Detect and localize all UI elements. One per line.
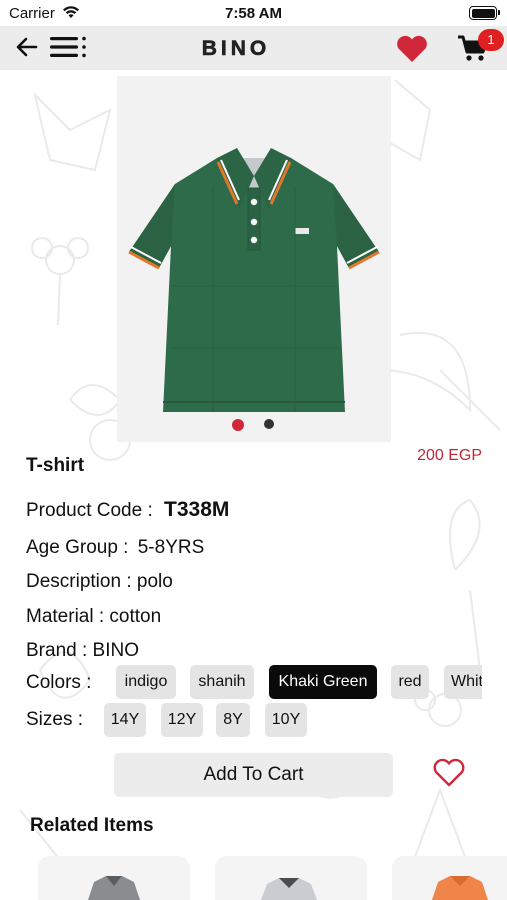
related-item-image	[261, 878, 317, 900]
size-chip-12y[interactable]: 12Y	[161, 703, 203, 737]
brand-row: Brand : BINO	[26, 640, 139, 661]
related-item-card[interactable]	[38, 856, 190, 900]
colors-label: Colors :	[26, 672, 92, 693]
status-bar: Carrier 7:58 AM	[0, 0, 507, 26]
product-code-label: Product Code :	[26, 500, 153, 521]
color-chip-red[interactable]: red	[391, 665, 429, 699]
gallery-dot-inactive[interactable]	[264, 419, 274, 429]
related-item-image	[88, 876, 140, 900]
related-item-card[interactable]	[392, 856, 507, 900]
size-chip-10y[interactable]: 10Y	[265, 703, 307, 737]
color-options: indigo shanih Khaki Green red White	[114, 665, 482, 699]
color-chip-indigo[interactable]: indigo	[116, 665, 176, 699]
age-group-row: Age Group : 5-8YRS	[26, 537, 204, 559]
battery-icon	[469, 6, 500, 20]
brand-logo-text: BINO	[202, 37, 271, 60]
size-chip-8y[interactable]: 8Y	[216, 703, 250, 737]
wishlist-heart-icon[interactable]	[432, 758, 466, 788]
back-arrow-icon[interactable]	[14, 34, 40, 60]
product-code-value: T338M	[164, 498, 230, 521]
product-name: T-shirt	[26, 455, 85, 476]
size-chip-14y[interactable]: 14Y	[104, 703, 146, 737]
related-item-card[interactable]	[215, 856, 367, 900]
color-chip-white[interactable]: White	[444, 665, 482, 699]
clock: 7:58 AM	[225, 5, 282, 22]
color-chip-khaki-green[interactable]: Khaki Green	[269, 665, 377, 699]
size-options: 14Y 12Y 8Y 10Y	[104, 703, 364, 737]
age-group-value: 5-8YRS	[137, 537, 205, 558]
color-chip-shanih[interactable]: shanih	[190, 665, 254, 699]
brand-logo: BINO	[201, 37, 271, 61]
product-image[interactable]	[117, 76, 391, 442]
cart-count-badge: 1	[478, 29, 504, 51]
description-row: Description : polo	[26, 571, 173, 592]
product-code-row: Product Code : T338M	[26, 498, 229, 522]
menu-icon[interactable]	[50, 35, 88, 59]
age-group-label: Age Group :	[26, 537, 129, 558]
related-items-title: Related Items	[30, 815, 154, 836]
material-row: Material : cotton	[26, 606, 162, 627]
app-header: BINO 1	[0, 26, 507, 70]
add-to-cart-button[interactable]: Add To Cart	[114, 753, 393, 797]
product-price: 200 EGP	[417, 447, 482, 464]
polo-shirt-illustration	[117, 76, 391, 442]
favorites-heart-icon[interactable]	[395, 34, 429, 64]
gallery-dot-active[interactable]	[232, 419, 244, 431]
related-item-image	[432, 876, 488, 900]
sizes-label: Sizes :	[26, 709, 84, 730]
